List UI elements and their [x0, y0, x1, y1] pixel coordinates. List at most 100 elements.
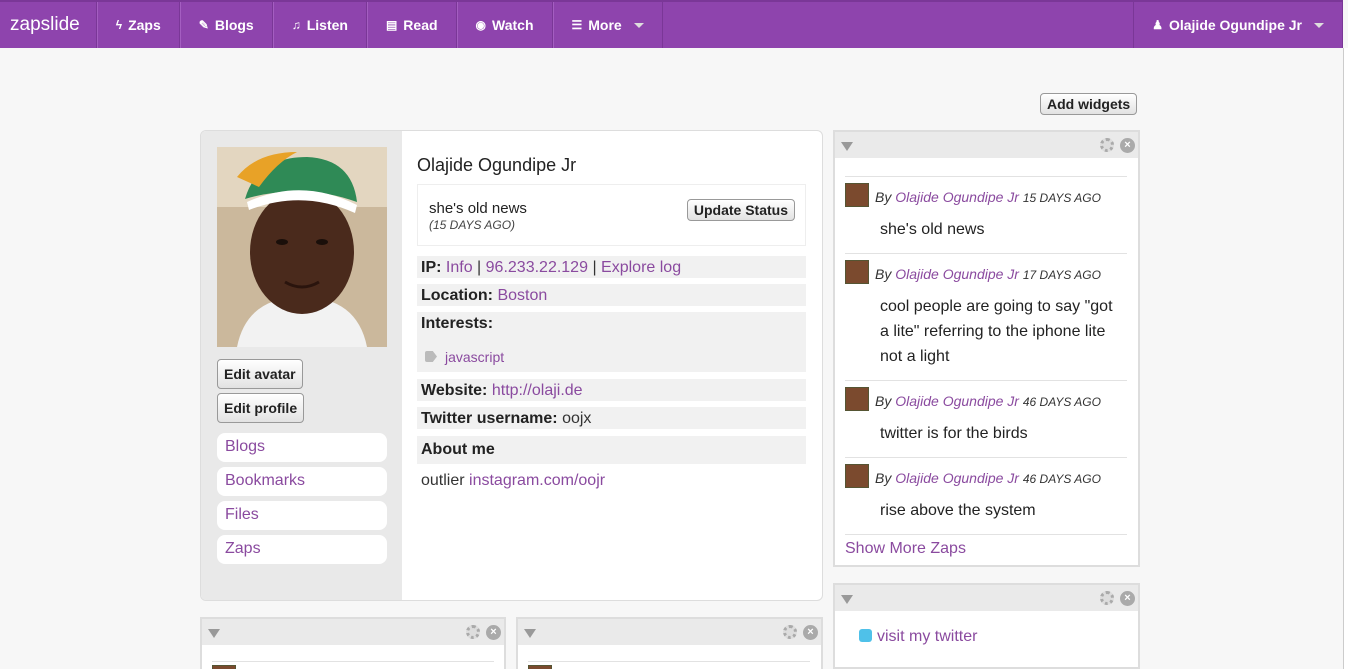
- pencil-icon: ✎: [198, 18, 209, 32]
- twitter-username: oojx: [562, 410, 592, 427]
- about-header: About me: [417, 436, 806, 464]
- interests-row: Interests: javascript: [417, 312, 806, 372]
- twitter-widget: × visit my twitter: [833, 583, 1140, 669]
- website-row: Website: http://olaji.de: [417, 379, 806, 401]
- top-navbar: zapslide ϟ Zaps ✎ Blogs ♫ Listen ▤ Read ◉ Wat…: [0, 0, 1343, 48]
- zaps-widget: × By Olajide Ogundipe Jr 15 DAYS AGO she…: [833, 130, 1140, 567]
- collapse-icon[interactable]: [208, 629, 220, 638]
- website-link[interactable]: http://olaji.de: [492, 382, 583, 399]
- zap-text: rise above the system: [880, 502, 1036, 519]
- avatar: [845, 183, 869, 207]
- collapse-icon[interactable]: [524, 629, 536, 638]
- bottom-widget: ×: [200, 617, 506, 669]
- zap-by: By: [875, 470, 892, 486]
- location-label: Location:: [421, 287, 493, 304]
- close-icon[interactable]: ×: [803, 625, 818, 640]
- zap-timestamp: 46 DAYS AGO: [1022, 472, 1101, 486]
- update-status-button[interactable]: Update Status: [686, 199, 795, 221]
- zap-author-link[interactable]: Olajide Ogundipe Jr: [895, 470, 1019, 486]
- location-link[interactable]: Boston: [497, 287, 547, 304]
- profile-link-files[interactable]: Files: [217, 501, 387, 530]
- interest-tag-label[interactable]: javascript: [445, 349, 504, 365]
- zap-meta: By Olajide Ogundipe Jr 46 DAYS AGO: [875, 393, 1101, 409]
- bottom-widget: ×: [516, 617, 823, 669]
- twitter-label: Twitter username:: [421, 410, 558, 427]
- gear-icon[interactable]: [1100, 591, 1114, 605]
- avatar: [845, 387, 869, 411]
- chevron-down-icon: [633, 22, 644, 28]
- avatar: [212, 665, 236, 669]
- gear-icon[interactable]: [466, 625, 480, 639]
- ip-row: IP: Info | 96.233.22.129 | Explore log: [417, 256, 806, 278]
- ip-separator: |: [592, 259, 597, 276]
- close-icon[interactable]: ×: [1120, 591, 1135, 606]
- zap-author-link[interactable]: Olajide Ogundipe Jr: [895, 266, 1019, 282]
- nav-user-menu[interactable]: ♟ Olajide Ogundipe Jr: [1133, 2, 1343, 48]
- avatar: [845, 464, 869, 488]
- edit-profile-button[interactable]: Edit profile: [217, 393, 305, 423]
- about-link[interactable]: instagram.com/oojr: [469, 472, 605, 489]
- close-icon[interactable]: ×: [486, 625, 501, 640]
- nav-more[interactable]: ☰ More: [552, 2, 663, 48]
- ip-address-link[interactable]: 96.233.22.129: [486, 259, 588, 276]
- user-icon: ♟: [1152, 18, 1163, 32]
- profile-link-blogs[interactable]: Blogs: [217, 433, 387, 462]
- zap-text: she's old news: [880, 221, 985, 238]
- nav-more-label: More: [588, 17, 622, 33]
- bolt-icon: ϟ: [115, 18, 123, 32]
- nav-read[interactable]: ▤ Read: [366, 2, 457, 48]
- zap-timestamp: 17 DAYS AGO: [1022, 268, 1101, 282]
- scrollbar[interactable]: [1343, 48, 1348, 669]
- status-timestamp: (15 DAYS AGO): [429, 218, 516, 232]
- add-widgets-button[interactable]: Add widgets: [1040, 93, 1138, 115]
- zap-item: By Olajide Ogundipe Jr 46 DAYS AGO twitt…: [845, 380, 1127, 457]
- about-text: outlier: [421, 472, 465, 489]
- zap-item: By Olajide Ogundipe Jr 17 DAYS AGO cool …: [845, 253, 1127, 380]
- twitter-row: Twitter username: oojx: [417, 407, 806, 429]
- ip-label: IP:: [421, 259, 442, 276]
- about-row: outlier instagram.com/oojr: [417, 469, 806, 493]
- ip-info-link[interactable]: Info: [446, 259, 473, 276]
- website-label: Website:: [421, 382, 488, 399]
- interest-tag[interactable]: javascript: [421, 349, 802, 367]
- nav-watch[interactable]: ◉ Watch: [456, 2, 553, 48]
- interests-label: Interests:: [421, 315, 494, 332]
- zap-by: By: [875, 393, 892, 409]
- chevron-down-icon: [1314, 22, 1324, 28]
- edit-avatar-button[interactable]: Edit avatar: [217, 359, 303, 389]
- ip-separator: |: [477, 259, 482, 276]
- visit-twitter-link[interactable]: visit my twitter: [877, 628, 977, 645]
- menu-icon: ☰: [571, 18, 583, 32]
- book-icon: ▤: [385, 18, 398, 32]
- zap-text: cool people are going to say "got a lite…: [880, 298, 1113, 365]
- nav-listen[interactable]: ♫ Listen: [272, 2, 367, 48]
- nav-user-name: Olajide Ogundipe Jr: [1168, 17, 1302, 33]
- profile-link-bookmarks[interactable]: Bookmarks: [217, 467, 387, 496]
- collapse-icon[interactable]: [841, 595, 853, 604]
- profile-panel: Edit avatar Edit profile Blogs Bookmarks…: [200, 130, 823, 601]
- zap-timestamp: 46 DAYS AGO: [1022, 395, 1101, 409]
- divider: [845, 534, 1127, 535]
- zap-author-link[interactable]: Olajide Ogundipe Jr: [895, 393, 1019, 409]
- avatar: [528, 665, 552, 669]
- zap-author-link[interactable]: Olajide Ogundipe Jr: [895, 189, 1019, 205]
- nav-zaps[interactable]: ϟ Zaps: [96, 2, 180, 48]
- zap-by: By: [875, 189, 892, 205]
- widget-header: ×: [518, 619, 821, 645]
- close-icon[interactable]: ×: [1120, 138, 1135, 153]
- show-more-zaps-link[interactable]: Show More Zaps: [845, 540, 966, 558]
- brand-logo[interactable]: zapslide: [0, 2, 97, 48]
- explore-log-link[interactable]: Explore log: [601, 259, 681, 276]
- eye-icon: ◉: [475, 18, 487, 32]
- widget-header: ×: [202, 619, 504, 645]
- collapse-icon[interactable]: [841, 142, 853, 151]
- widget-header: ×: [835, 132, 1138, 158]
- zap-meta: By Olajide Ogundipe Jr 15 DAYS AGO: [875, 189, 1101, 205]
- widget-header: ×: [835, 585, 1138, 611]
- nav-listen-label: Listen: [306, 17, 348, 33]
- gear-icon[interactable]: [1100, 138, 1114, 152]
- profile-link-zaps[interactable]: Zaps: [217, 535, 387, 564]
- twitter-link[interactable]: visit my twitter: [859, 628, 977, 646]
- gear-icon[interactable]: [783, 625, 797, 639]
- nav-blogs[interactable]: ✎ Blogs: [179, 2, 273, 48]
